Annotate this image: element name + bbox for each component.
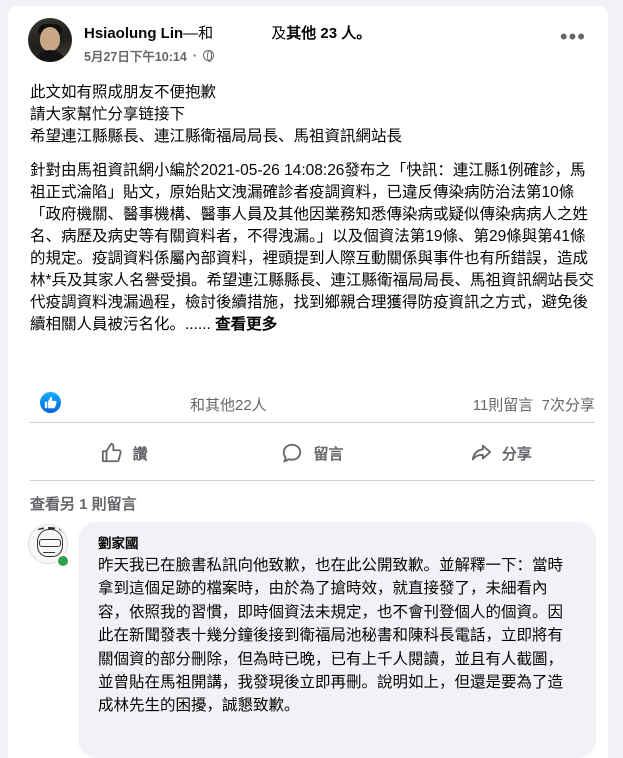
- comment-icon: [283, 443, 302, 463]
- comment-text: 昨天我已在臉書私訊向他致歉，也在此公開致歉。並解釋一下：當時拿到這個足跡的檔案時…: [98, 557, 564, 715]
- post-meta: 5月27日下午10:14 ·: [84, 46, 214, 65]
- post-line: 此文如有照成朋友不便抱歉: [30, 84, 217, 101]
- author-avatar[interactable]: [28, 18, 72, 62]
- post-header: Hsiaolung Lin—和 及其他 23 人。 5月27日下午10:14 · …: [8, 6, 608, 64]
- share-button[interactable]: 分享: [407, 431, 595, 475]
- tail-char: 。: [356, 25, 372, 42]
- share-icon: [471, 444, 491, 461]
- reaction-count[interactable]: 和其他22人: [190, 394, 267, 415]
- with-connector: —和: [183, 25, 214, 42]
- see-more-link[interactable]: 查看更多: [215, 316, 277, 333]
- post-line: 希望連江縣縣長、連江縣衛福局局長、馬祖資訊網站長: [30, 128, 403, 145]
- author-line: Hsiaolung Lin—和 及其他 23 人。: [84, 22, 371, 43]
- like-label: 讚: [132, 445, 148, 463]
- post-timestamp[interactable]: 5月27日下午10:14: [84, 46, 187, 65]
- comment-button[interactable]: 留言: [218, 431, 406, 475]
- post-body: 此文如有照成朋友不便抱歉 請大家幫忙分享链接下 希望連江縣縣長、連江縣衛福局局長…: [30, 82, 595, 336]
- like-reaction-icon[interactable]: [40, 392, 61, 413]
- post-card: Hsiaolung Lin—和 及其他 23 人。 5月27日下午10:14 · …: [8, 6, 608, 758]
- globe-icon[interactable]: [203, 50, 214, 62]
- online-status-icon: [56, 554, 70, 568]
- divider: [30, 422, 595, 423]
- post-paragraph: 針對由馬祖資訊網小編於2021-05-26 14:08:26發布之「快訊：連江縣…: [30, 160, 595, 336]
- commenter-name[interactable]: 劉家國: [98, 532, 139, 552]
- comment-bubble: 劉家國 昨天我已在臉書私訊向他致歉，也在此公開致歉。並解釋一下：當時拿到這個足跡…: [78, 522, 596, 758]
- share-count[interactable]: 7次分享: [542, 397, 595, 414]
- comment-label: 留言: [313, 445, 344, 463]
- like-button[interactable]: 讚: [30, 431, 218, 475]
- reaction-stats: 和其他22人 11則留言 7次分享: [30, 392, 595, 416]
- divider: [30, 480, 595, 481]
- more-horizontal-icon[interactable]: •••: [560, 26, 586, 48]
- share-label: 分享: [501, 445, 532, 463]
- engagement-counts: 11則留言 7次分享: [473, 394, 595, 415]
- comment-count[interactable]: 11則留言: [473, 397, 534, 414]
- tagged-others-link[interactable]: 其他 23 人: [286, 25, 356, 42]
- and-text: 及: [271, 25, 287, 42]
- author-name[interactable]: Hsiaolung Lin: [84, 25, 183, 42]
- post-paragraph-text: 針對由馬祖資訊網小編於2021-05-26 14:08:26發布之「快訊：連江縣…: [30, 162, 595, 333]
- separator-dot: ·: [192, 48, 197, 63]
- post-line: 請大家幫忙分享链接下: [30, 106, 186, 123]
- action-bar: 讚 留言 分享: [30, 431, 595, 475]
- thumbs-up-icon: [101, 442, 122, 463]
- view-more-comments-link[interactable]: 查看另 1 則留言: [30, 493, 137, 514]
